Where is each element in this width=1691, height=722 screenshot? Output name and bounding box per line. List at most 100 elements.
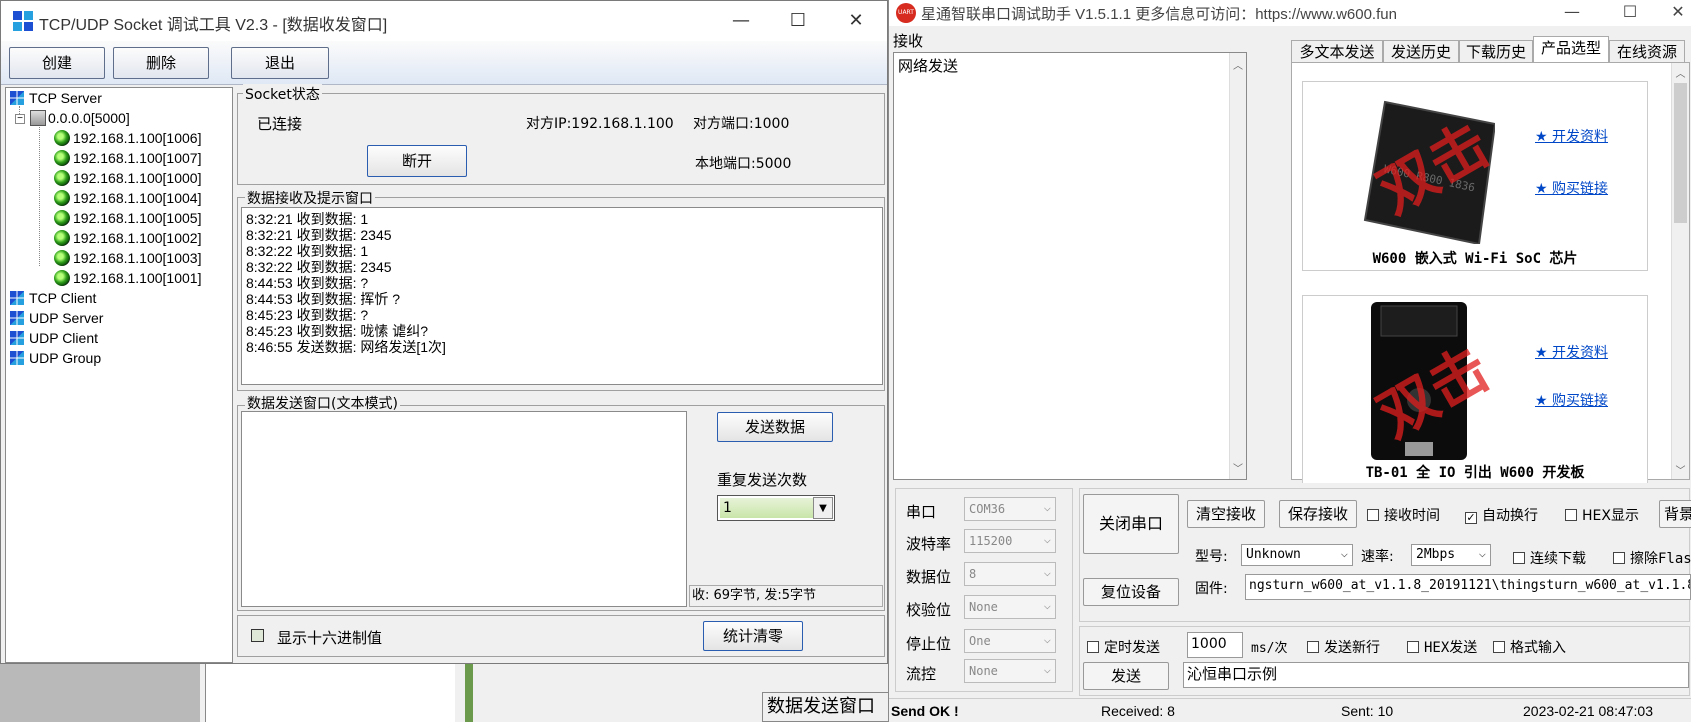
tree-item-tcp-server[interactable]: TCP Server — [10, 88, 102, 108]
delete-button[interactable]: 删除 — [113, 47, 209, 79]
recv-log[interactable]: 8:32:21 收到数据: 1 8:32:21 收到数据: 2345 8:32:… — [241, 207, 883, 385]
speed-select[interactable]: 2Mbps — [1411, 543, 1491, 566]
tree-item-tcp-client[interactable]: TCP Client — [10, 288, 96, 308]
connection-tree[interactable]: − TCP Server 0.0.0.0[5000] 192.168.1.100… — [5, 87, 233, 663]
tree-item-client[interactable]: 192.168.1.100[1004] — [54, 188, 201, 208]
product-caption: W600 嵌入式 Wi-Fi SoC 芯片 — [1372, 251, 1578, 267]
connected-icon — [54, 190, 70, 206]
status-datetime: 2023-02-21 08:47:03 — [1523, 703, 1653, 719]
udp-server-icon — [10, 311, 24, 325]
background-button[interactable]: 背景 — [1659, 500, 1691, 528]
recv-label: 接收 — [893, 32, 924, 50]
repeat-count-select[interactable]: 1 ▼ — [717, 495, 835, 521]
databits-select[interactable]: 8 — [964, 561, 1056, 586]
connection-state: 已连接 — [257, 115, 303, 133]
maximize-icon[interactable]: ☐ — [775, 7, 821, 35]
interval-input[interactable]: 1000 — [1187, 632, 1243, 658]
dev-docs-link[interactable]: ★ 开发资料 — [1535, 342, 1608, 362]
udp-group-icon — [10, 351, 24, 365]
send-button[interactable]: 发送 — [1083, 662, 1169, 690]
model-select[interactable]: Unknown — [1241, 543, 1353, 566]
tab-send-history[interactable]: 发送历史 — [1383, 40, 1459, 64]
minimize-icon[interactable]: — — [718, 7, 764, 35]
log-line: 8:46:55 发送数据: 网络发送[1次] — [246, 339, 446, 355]
product-caption: TB-01 全 IO 引出 W600 开发板 — [1365, 465, 1585, 481]
clear-recv-button[interactable]: 清空接收 — [1187, 500, 1265, 528]
maximize-icon[interactable]: ☐ — [1607, 0, 1653, 24]
send-text-input[interactable]: 沁恒串口示例 — [1183, 662, 1689, 688]
clear-stats-button[interactable]: 统计清零 — [703, 621, 803, 651]
flowcontrol-select[interactable]: None — [964, 658, 1056, 683]
send-textarea[interactable] — [241, 411, 687, 607]
recv-scrollbar[interactable]: ︿ ﹀ — [1229, 53, 1246, 479]
save-recv-button[interactable]: 保存接收 — [1279, 500, 1357, 528]
tree-item-client[interactable]: 192.168.1.100[1001] — [54, 268, 201, 288]
continuous-download-checkbox[interactable]: 连续下载 — [1513, 548, 1586, 568]
connected-icon — [54, 210, 70, 226]
tree-item-client[interactable]: 192.168.1.100[1005] — [54, 208, 201, 228]
tree-item-udp-group[interactable]: UDP Group — [10, 348, 101, 368]
minimize-icon[interactable]: — — [1549, 0, 1595, 24]
window-title: 星通智联串口调试助手 V1.5.1.1 更多信息可访问：https://www.… — [921, 6, 1397, 23]
product-scrollbar[interactable]: ︿ ﹀ — [1671, 63, 1689, 479]
log-line: 8:32:22 收到数据: 1 — [246, 243, 369, 259]
send-data-button[interactable]: 发送数据 — [717, 412, 833, 442]
socket-status-label: Socket状态 — [243, 84, 322, 104]
send-group-label: 数据发送窗口(文本模式) — [245, 393, 400, 413]
dropdown-arrow-icon[interactable]: ▼ — [813, 497, 833, 519]
parity-select[interactable]: None — [964, 594, 1056, 619]
log-line: 8:32:21 收到数据: 2345 — [246, 227, 392, 243]
app-icon — [13, 11, 33, 31]
recv-group-label: 数据接收及提示窗口 — [245, 188, 375, 208]
peer-port: 对方端口:1000 — [693, 116, 790, 132]
dev-docs-link[interactable]: ★ 开发资料 — [1535, 126, 1608, 146]
tree-item-client[interactable]: 192.168.1.100[1002] — [54, 228, 201, 248]
tree-item-client[interactable]: 192.168.1.100[1007] — [54, 148, 201, 168]
tree-item-udp-server[interactable]: UDP Server — [10, 308, 103, 328]
baud-select[interactable]: 115200 — [964, 528, 1056, 553]
send-newline-checkbox[interactable]: 发送新行 — [1307, 637, 1380, 657]
product-panel: W600 R800 1836 双击 ★ 开发资料 ★ 购买链接 W600 嵌入式… — [1291, 62, 1690, 483]
tree-item-client[interactable]: 192.168.1.100[1006] — [54, 128, 201, 148]
local-port: 本地端口:5000 — [695, 156, 792, 172]
collapse-icon[interactable]: − — [15, 114, 25, 124]
exit-button[interactable]: 退出 — [231, 47, 329, 79]
tree-item-client[interactable]: 192.168.1.100[1003] — [54, 248, 201, 268]
buy-link[interactable]: ★ 购买链接 — [1535, 178, 1608, 198]
recv-time-checkbox[interactable]: 接收时间 — [1367, 505, 1440, 525]
serial-settings-group: 串口COM36 波特率115200 数据位8 校验位None 停止位One 流控… — [895, 488, 1073, 692]
port-select[interactable]: COM36 — [964, 496, 1056, 521]
connected-icon — [54, 170, 70, 186]
erase-flash-checkbox[interactable]: 擦除Flash — [1613, 548, 1691, 568]
close-icon[interactable]: ✕ — [833, 7, 879, 35]
disconnect-button[interactable]: 断开 — [367, 145, 467, 177]
stopbits-select[interactable]: One — [964, 628, 1056, 653]
tree-item-udp-client[interactable]: UDP Client — [10, 328, 98, 348]
log-line: 8:44:53 收到数据: ? — [246, 275, 369, 291]
timed-send-checkbox[interactable]: 定时发送 — [1087, 637, 1160, 657]
log-line: 8:45:23 收到数据: ? — [246, 307, 369, 323]
reset-device-button[interactable]: 复位设备 — [1083, 578, 1179, 606]
model-label: 型号: — [1195, 549, 1228, 565]
tab-product-selection[interactable]: 产品选型 — [1533, 36, 1609, 64]
tab-download-history[interactable]: 下载历史 — [1459, 40, 1533, 64]
firmware-label: 固件: — [1195, 581, 1228, 597]
tree-item-client[interactable]: 192.168.1.100[1000] — [54, 168, 201, 188]
close-icon[interactable]: ✕ — [1655, 0, 1691, 24]
tree-item-server-node[interactable]: 0.0.0.0[5000] — [30, 108, 130, 128]
hex-display-checkbox[interactable]: HEX显示 — [1565, 505, 1639, 525]
buy-link[interactable]: ★ 购买链接 — [1535, 390, 1608, 410]
recv-textarea[interactable]: 网络发送 ︿ ﹀ — [893, 52, 1247, 480]
firmware-path-input[interactable]: ngsturn_w600_at_v1.1.8_20191121\thingstu… — [1245, 574, 1691, 600]
connected-icon — [54, 230, 70, 246]
create-button[interactable]: 创建 — [9, 47, 105, 79]
hex-display-label: 显示十六进制值 — [277, 629, 383, 647]
hex-display-checkbox[interactable] — [251, 629, 264, 645]
peer-ip: 对方IP:192.168.1.100 — [526, 116, 674, 132]
format-input-checkbox[interactable]: 格式输入 — [1493, 637, 1566, 657]
tab-online-resources[interactable]: 在线资源 — [1609, 40, 1685, 64]
tab-multi-text-send[interactable]: 多文本发送 — [1291, 40, 1383, 64]
hex-send-checkbox[interactable]: HEX发送 — [1407, 637, 1477, 657]
close-port-button[interactable]: 关闭串口 — [1083, 494, 1179, 554]
auto-newline-checkbox[interactable]: ✓ 自动换行 — [1465, 505, 1538, 525]
